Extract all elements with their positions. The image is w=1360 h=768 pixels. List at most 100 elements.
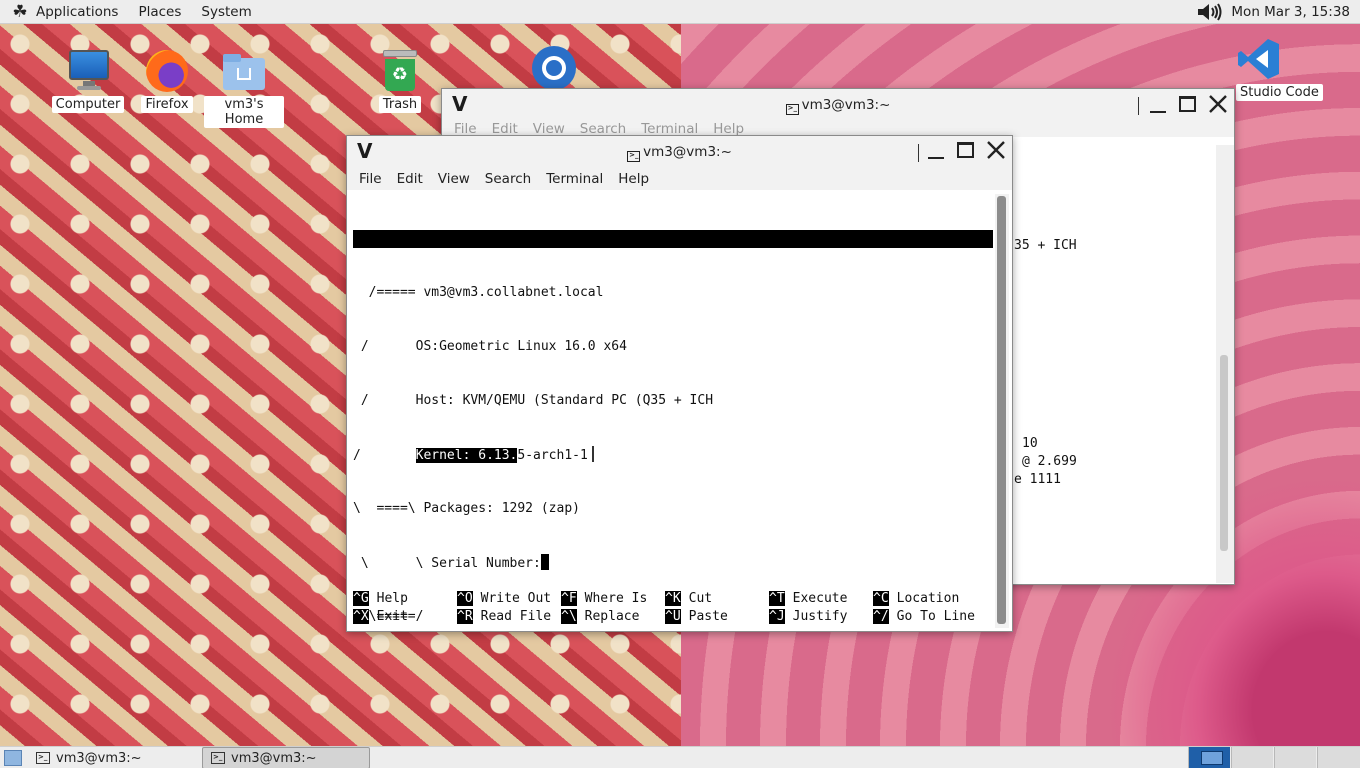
menu-search[interactable]: Search	[485, 171, 531, 187]
menu-terminal[interactable]: Terminal	[546, 171, 603, 187]
terminal-icon: >_	[785, 104, 799, 115]
workspace-4[interactable]	[1317, 747, 1360, 768]
scrollbar[interactable]	[995, 194, 1009, 628]
desktop-icon-computer[interactable]: Computer	[48, 48, 128, 113]
shortcut-label: Replace	[584, 609, 640, 624]
trash-icon: ♻	[377, 48, 423, 94]
terminal-icon: >_	[627, 151, 641, 162]
shortcut-label: Exit	[376, 609, 408, 624]
text-selection: Kernel: 6.13.	[415, 448, 518, 463]
shortcut-label: Execute	[792, 591, 848, 606]
scrollbar-thumb[interactable]	[1220, 355, 1228, 551]
bottom-panel: >_ vm3@vm3:~ >_ vm3@vm3:~	[0, 746, 1360, 768]
shortcut-key: ^T	[769, 591, 785, 606]
minimize-button[interactable]	[926, 140, 946, 162]
desktop-icon-label: Trash	[378, 96, 422, 113]
desktop-icon-label: Computer	[51, 96, 125, 113]
close-button[interactable]	[1208, 94, 1228, 116]
shortcut-key: ^F	[561, 591, 577, 606]
system-tray: Mon Mar 3, 15:38	[1197, 0, 1350, 24]
monitor-icon	[65, 48, 111, 94]
shortcut-key: ^O	[457, 591, 473, 606]
shortcut-key: ^R	[457, 609, 473, 624]
nano-shortcut: ^R Read File	[457, 608, 551, 626]
terminal-text: 35 + ICH	[1014, 238, 1077, 253]
mouse-ibeam-cursor	[591, 446, 594, 462]
window-titlebar[interactable]: V >_ vm3@vm3:~	[347, 136, 1012, 168]
nano-shortcut: ^O Write Out	[457, 590, 551, 608]
workspace-1[interactable]	[1188, 747, 1230, 768]
terminal-text: @ 2.699	[1022, 454, 1077, 469]
desktop-icon-chromium[interactable]	[532, 46, 580, 90]
text-cursor	[540, 554, 549, 570]
shortcut-label: Cut	[688, 591, 713, 606]
nano-shortcut: ^G Help	[353, 590, 408, 608]
menu-system[interactable]: System	[201, 4, 251, 20]
editor-line: \ ====\ Packages: 1292 (zap)	[353, 501, 580, 516]
shortcut-key: ^K	[665, 591, 681, 606]
scrollbar[interactable]	[1216, 145, 1234, 583]
workspace-2[interactable]	[1231, 747, 1273, 768]
desktop-icon-home[interactable]: vm3's Home	[204, 48, 284, 128]
menu-file[interactable]: File	[359, 171, 382, 187]
shortcut-label: Read File	[480, 609, 552, 624]
menu-places[interactable]: Places	[138, 4, 181, 20]
nano-shortcuts: ^G Help ^O Write Out ^F Where Is ^K Cut ^T Execut…	[353, 590, 993, 626]
menu-edit[interactable]: Edit	[397, 171, 423, 187]
nano-status: Modified	[914, 285, 977, 300]
shortcut-label: Help	[376, 591, 408, 606]
desktop-icon-trash[interactable]: ♻ Trash	[360, 48, 440, 113]
terminal-text: e 1111	[1014, 472, 1061, 487]
nano-shortcut: ^U Paste	[665, 608, 728, 626]
maximize-button[interactable]	[1178, 94, 1198, 116]
taskbar-item[interactable]: >_ vm3@vm3:~	[28, 747, 194, 768]
taskbar-item-active[interactable]: >_ vm3@vm3:~	[202, 747, 370, 768]
menu-view[interactable]: View	[438, 171, 470, 187]
shortcut-label: Justify	[792, 609, 848, 624]
shortcut-key: ^\	[561, 609, 577, 624]
shortcut-key: ^/	[873, 609, 889, 624]
nano-shortcut: ^T Execute	[769, 590, 847, 608]
shortcut-key: ^J	[769, 609, 785, 624]
shortcut-key: ^X	[353, 609, 369, 624]
show-desktop-icon[interactable]	[4, 750, 22, 766]
editor-line: / Host: KVM/QEMU (Standard PC (Q35 + ICH	[353, 393, 714, 408]
minimize-button[interactable]	[1148, 94, 1168, 116]
home-folder-icon	[221, 48, 267, 94]
firefox-icon	[144, 48, 190, 94]
window-titlebar[interactable]: V >_ vm3@vm3:~	[442, 89, 1234, 123]
terminal-window-front[interactable]: V >_ vm3@vm3:~ File Edit View Search Term…	[346, 135, 1013, 632]
menu-help[interactable]: Help	[618, 171, 649, 187]
close-button[interactable]	[986, 140, 1006, 162]
terminal-icon: >_	[36, 752, 50, 764]
nano-version: GNU nano 8.3	[369, 249, 463, 264]
menu-applications[interactable]: Applications	[36, 4, 118, 20]
shortcut-label: Location	[896, 591, 960, 606]
taskbar-item-label: vm3@vm3:~	[56, 750, 142, 766]
editor-line: \ \ Serial Number:	[353, 554, 993, 572]
window-title: vm3@vm3:~	[801, 97, 891, 113]
desktop-icon-label: Studio Code	[1236, 84, 1323, 101]
vscode-icon	[1238, 39, 1279, 79]
workspace-3[interactable]	[1274, 747, 1316, 768]
desktop-icon-label: vm3's Home	[204, 96, 284, 128]
nano-header: GNU nano 8.3 neofetch Modified	[353, 230, 993, 300]
volume-icon[interactable]	[1197, 3, 1225, 21]
gnome-foot-icon[interactable]: ☘	[10, 2, 30, 22]
top-panel: ☘ Applications Places System Mon Mar 3, …	[0, 0, 1360, 24]
clock[interactable]: Mon Mar 3, 15:38	[1231, 4, 1350, 20]
editor-line: /===== vm3@vm3.collabnet.local	[353, 285, 604, 300]
chromium-icon	[532, 46, 576, 90]
terminal-content[interactable]: GNU nano 8.3 neofetch Modified /===== vm…	[353, 194, 993, 628]
desktop-icon-firefox[interactable]: Firefox	[127, 48, 207, 113]
taskbar-item-label: vm3@vm3:~	[231, 750, 317, 766]
shortcut-label: Go To Line	[896, 609, 975, 624]
window-title: vm3@vm3:~	[643, 144, 732, 160]
nano-shortcut: ^\ Replace	[561, 608, 639, 626]
nano-shortcut: ^F Where Is	[561, 590, 647, 608]
terminal-text: 10	[1022, 436, 1038, 451]
maximize-button[interactable]	[956, 140, 976, 162]
nano-shortcut: ^K Cut	[665, 590, 712, 608]
shortcut-key: ^C	[873, 591, 889, 606]
scrollbar-thumb[interactable]	[997, 196, 1006, 624]
